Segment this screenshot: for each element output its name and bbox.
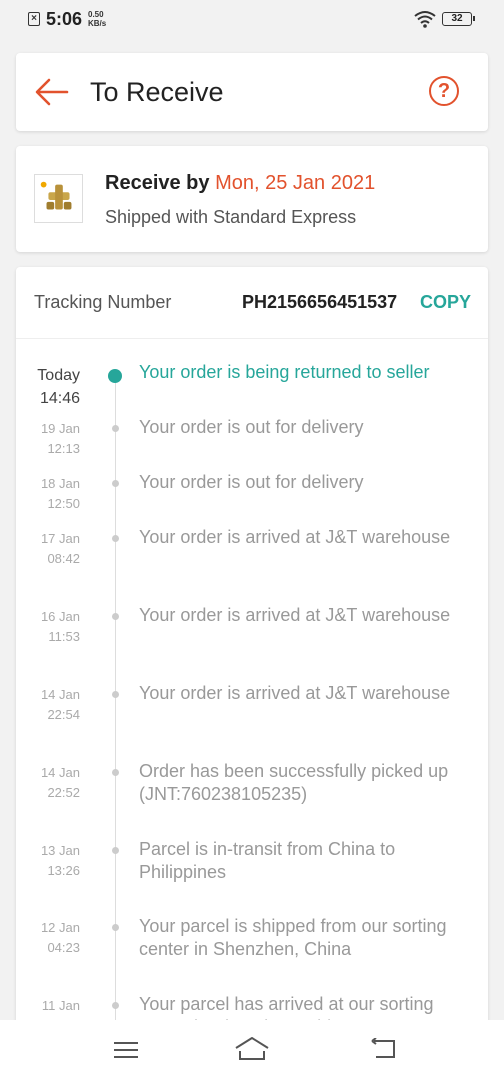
event-time: 08:42 [47, 551, 80, 566]
shipping-method: Shipped with Standard Express [105, 207, 357, 227]
event-datetime: 13 Jan 13:26 [41, 841, 80, 881]
event-date: 12 Jan [40, 920, 80, 935]
event-text: Your order is arrived at J&T warehouse [139, 683, 451, 703]
wifi-icon [414, 11, 436, 28]
event-datetime: 14 Jan 22:54 [41, 685, 80, 725]
arrow-left-icon[interactable] [34, 77, 70, 107]
event-time: 04:23 [47, 940, 80, 955]
timeline-dot [112, 769, 119, 776]
timeline-dot [112, 1002, 119, 1009]
event-text: Your order is out for delivery [139, 472, 364, 492]
system-nav-bar [0, 1020, 504, 1080]
receive-by-label: Receive by [105, 172, 210, 194]
divider [16, 338, 488, 339]
page-title: To Receive [90, 77, 224, 107]
event-text: Your parcel is shipped from our sorting … [139, 916, 447, 959]
delivery-summary: Receive by Mon, 25 Jan 2021 Shipped with… [16, 146, 488, 252]
event-date: 18 Jan [40, 476, 80, 491]
receive-by-date: Mon, 25 Jan 2021 [215, 172, 376, 194]
timeline-dot [112, 535, 119, 542]
event-text: Your order is arrived at J&T warehouse [139, 527, 451, 547]
menu-icon[interactable] [114, 1042, 138, 1058]
tracking-number: PH2156656451537 [242, 292, 398, 312]
event-date: 14 Jan [40, 687, 80, 702]
event-text: Order has been successfully picked up (J… [139, 761, 449, 804]
home-icon[interactable] [234, 1036, 270, 1062]
event-text: Your order is arrived at J&T warehouse [139, 605, 451, 625]
timeline-dot [112, 613, 119, 620]
receive-by-line: Receive by Mon, 25 Jan 2021 [105, 172, 375, 195]
timeline-dot [112, 847, 119, 854]
page-header: To Receive ? [16, 53, 488, 131]
network-speed: 0.50 KB/s [88, 10, 106, 28]
event-date: 16 Jan [40, 609, 80, 624]
event-time: 13:26 [47, 863, 80, 878]
event-time: 22:54 [47, 707, 80, 722]
copy-button[interactable]: COPY [420, 292, 471, 313]
event-datetime: 12 Jan 04:23 [41, 918, 80, 958]
event-time: 12:50 [47, 496, 80, 511]
event-time: 22:52 [47, 785, 80, 800]
timeline-dot [108, 369, 122, 383]
event-time: 14:46 [39, 390, 80, 407]
event-date: Today [37, 367, 80, 384]
status-time: 5:06 [46, 9, 83, 29]
event-datetime: 18 Jan 12:50 [41, 474, 80, 514]
timeline-dot [112, 924, 119, 931]
event-date: 17 Jan [40, 531, 80, 546]
event-date: 19 Jan [40, 421, 80, 436]
timeline-dot [112, 480, 119, 487]
event-text: Parcel is in-transit from China to Phili… [139, 839, 396, 882]
event-datetime: 19 Jan 12:13 [41, 419, 80, 459]
timeline-dot [112, 691, 119, 698]
event-date: 11 Jan [41, 998, 80, 1013]
event-time: 12:13 [47, 441, 80, 456]
tracking-number-label: Tracking Number [34, 292, 172, 312]
question-circle-icon[interactable]: ? [429, 76, 459, 106]
event-datetime: Today 14:46 [37, 364, 80, 410]
timeline-dot [112, 425, 119, 432]
back-nav-icon[interactable] [370, 1038, 398, 1060]
network-speed-value: 0.50 [88, 10, 104, 19]
battery-icon: 32 [442, 12, 475, 26]
product-thumbnail [34, 174, 83, 223]
notification-icon: × [28, 12, 40, 26]
event-datetime: 17 Jan 08:42 [41, 529, 80, 569]
event-text: Your order is out for delivery [139, 417, 364, 437]
network-speed-unit: KB/s [88, 19, 107, 28]
event-time: 11:53 [48, 629, 80, 644]
event-datetime: 14 Jan 22:52 [41, 763, 80, 803]
event-date: 13 Jan [40, 843, 80, 858]
event-datetime: 16 Jan 11:53 [41, 607, 80, 647]
status-bar: × 5:06 0.50 KB/s 32 [0, 0, 504, 40]
tracking-card: Tracking Number PH2156656451537 COPY Tod… [16, 267, 488, 1027]
event-text: Your order is being returned to seller [139, 362, 430, 382]
event-date: 14 Jan [40, 765, 80, 780]
